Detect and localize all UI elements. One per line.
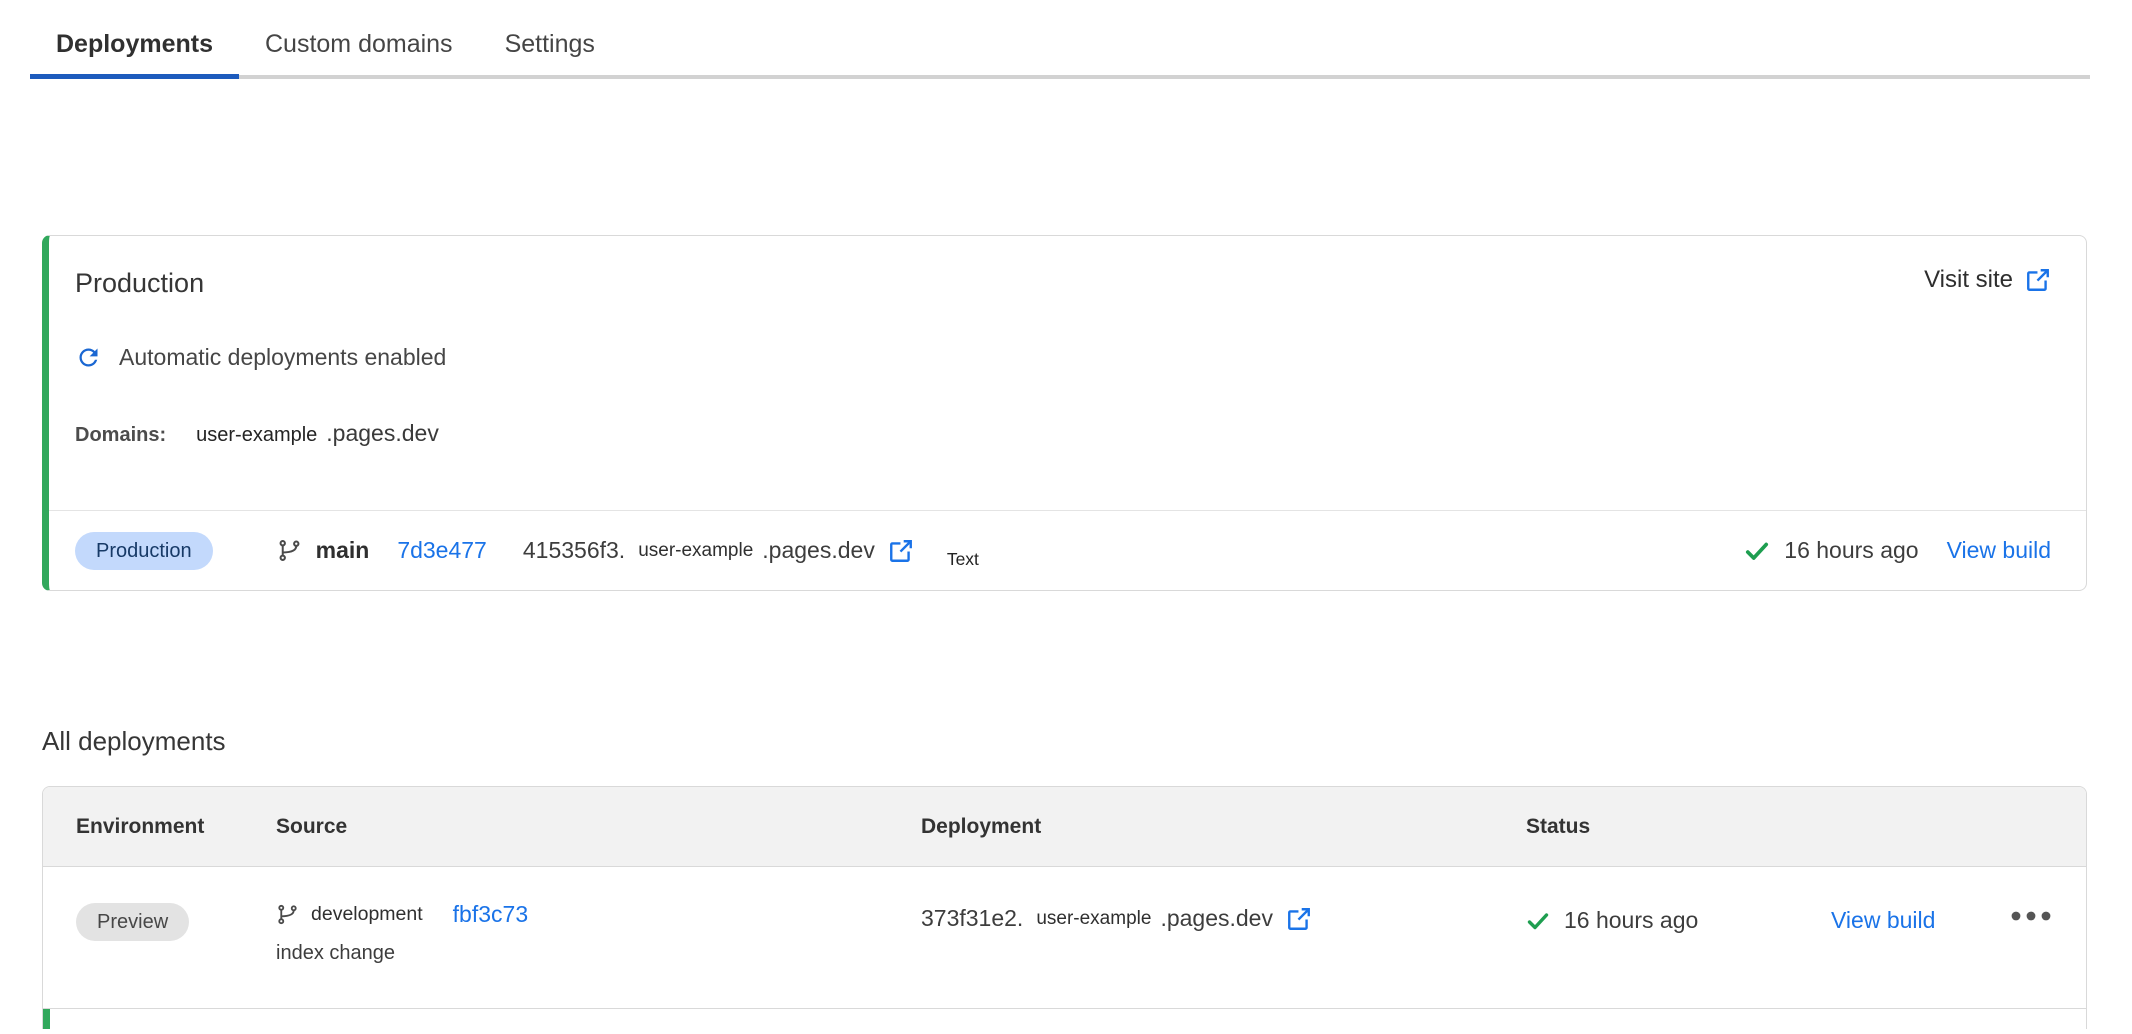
column-environment: Environment xyxy=(76,815,276,839)
refresh-icon xyxy=(75,344,102,371)
row-menu-button[interactable] xyxy=(1976,867,2086,921)
ellipsis-menu-icon xyxy=(2011,911,2051,921)
tab-bar: Deployments Custom domains Settings xyxy=(30,22,2090,79)
commit-link[interactable]: fbf3c73 xyxy=(453,901,528,928)
deployment-host: user-example xyxy=(638,540,753,562)
view-build-link[interactable]: View build xyxy=(1947,537,2051,564)
tab-custom-domains[interactable]: Custom domains xyxy=(239,22,479,75)
column-source: Source xyxy=(276,815,921,839)
domain-name: user-example xyxy=(196,420,317,450)
deployment-id: 415356f3. xyxy=(523,537,625,564)
environment-badge: Production xyxy=(75,532,213,570)
visit-site-link[interactable]: Visit site xyxy=(1924,266,2051,294)
branch-name: development xyxy=(311,903,423,926)
domain-suffix: .pages.dev xyxy=(326,418,439,448)
column-deployment: Deployment xyxy=(921,815,1526,839)
check-icon xyxy=(1526,909,1550,933)
external-link-icon[interactable] xyxy=(1286,906,1312,932)
check-icon xyxy=(1744,538,1770,564)
production-deployment-row: Production main 7d3e477 415356f3. user-e… xyxy=(49,510,2086,590)
auto-deploy-text: Automatic deployments enabled xyxy=(119,342,446,372)
environment-badge: Preview xyxy=(76,903,189,941)
external-link-icon xyxy=(2025,267,2051,293)
all-deployments-title: All deployments xyxy=(42,726,2132,756)
git-branch-icon xyxy=(276,903,299,926)
production-card: Production Visit site Automatic deployme… xyxy=(42,235,2087,591)
git-branch-icon xyxy=(277,538,302,563)
external-link-icon[interactable] xyxy=(888,538,914,564)
table-header: Environment Source Deployment Status xyxy=(43,787,2086,867)
commit-link[interactable]: 7d3e477 xyxy=(397,537,487,564)
branch-name: main xyxy=(316,537,370,564)
deployment-suffix: .pages.dev xyxy=(1160,905,1273,932)
domains-row: Domains: user-example .pages.dev xyxy=(75,418,2086,510)
text-note: Text xyxy=(947,549,979,570)
table-row: Preview development fbf3c73 index change xyxy=(43,867,2086,1009)
deploy-time: 16 hours ago xyxy=(1564,907,1698,934)
deploy-time: 16 hours ago xyxy=(1784,537,1918,564)
domains-label: Domains: xyxy=(75,420,166,450)
deployments-table: Environment Source Deployment Status Pre… xyxy=(42,786,2087,1029)
deployment-id: 373f31e2. xyxy=(921,905,1023,932)
column-status: Status xyxy=(1526,815,1786,839)
commit-message: index change xyxy=(276,940,921,966)
deployment-suffix: .pages.dev xyxy=(762,537,875,564)
next-row-cutoff xyxy=(43,1009,2086,1029)
visit-site-label: Visit site xyxy=(1924,266,2013,294)
view-build-link[interactable]: View build xyxy=(1831,907,1935,933)
tab-deployments[interactable]: Deployments xyxy=(30,22,239,75)
production-card-title: Production xyxy=(75,266,204,300)
deployment-host: user-example xyxy=(1036,908,1151,930)
tab-settings[interactable]: Settings xyxy=(479,22,621,75)
